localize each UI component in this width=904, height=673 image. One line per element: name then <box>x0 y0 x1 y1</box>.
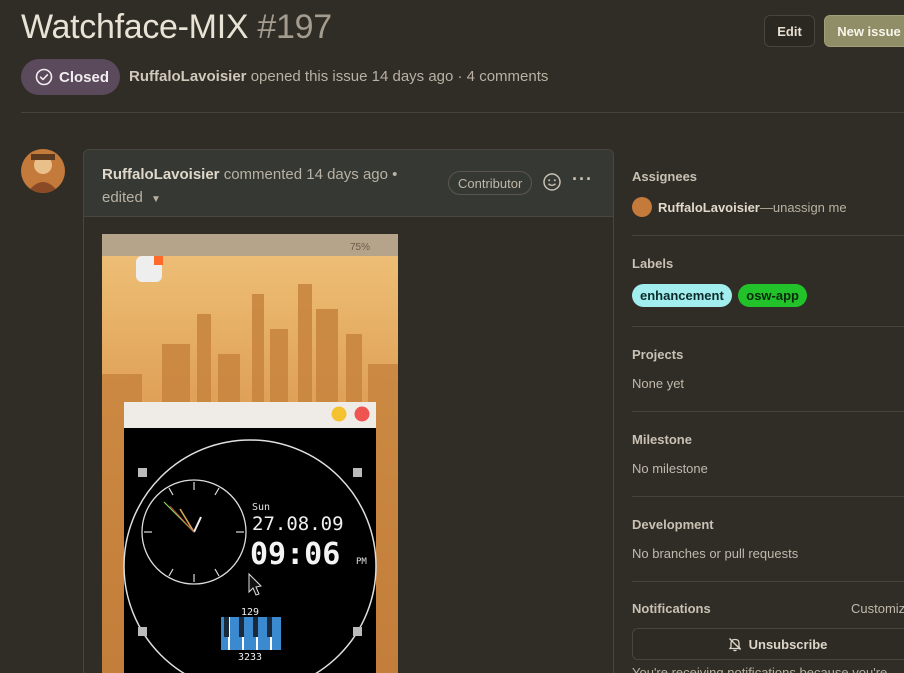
projects-value: None yet <box>632 376 685 391</box>
development-section: Development No branches or pull requests <box>632 517 904 561</box>
label-osw-app[interactable]: osw-app <box>738 284 807 307</box>
labels-section: Labels enhancement osw-app <box>632 256 904 307</box>
comment-author-link[interactable]: RuffaloLavoisier <box>102 166 220 183</box>
avatar[interactable] <box>632 197 652 217</box>
bell-slash-icon <box>728 638 741 652</box>
battery-text: 75% <box>350 242 370 253</box>
customize-link[interactable]: Customize <box>851 601 904 616</box>
chevron-down-icon: ▼ <box>151 194 161 205</box>
assignees-title[interactable]: Assignees <box>632 169 904 184</box>
sidebar-divider <box>632 326 904 327</box>
avatar[interactable] <box>21 149 65 193</box>
watch-steps-bottom: 3233 <box>238 652 262 663</box>
milestone-title[interactable]: Milestone <box>632 432 904 447</box>
unsubscribe-button[interactable]: Unsubscribe <box>632 628 904 660</box>
development-title[interactable]: Development <box>632 517 904 532</box>
edited-dropdown[interactable]: edited ▼ <box>102 189 161 206</box>
issue-author-link[interactable]: RuffaloLavoisier <box>129 68 247 85</box>
sidebar-divider <box>632 235 904 236</box>
unassign-link[interactable]: —unassign me <box>760 200 847 215</box>
screenshot-image: 75% Sun 27.08.09 09:06 PM 129 3233 <box>102 234 398 673</box>
assignees-section: Assignees RuffaloLavoisier —unassign me <box>632 169 904 217</box>
projects-title[interactable]: Projects <box>632 347 904 362</box>
watch-steps-top: 129 <box>241 607 259 618</box>
comment-box: RuffaloLavoisier commented 14 days ago •… <box>83 149 614 673</box>
issue-number: #197 <box>257 8 332 46</box>
comment-action: commented 14 days ago • <box>223 166 398 183</box>
projects-section: Projects None yet <box>632 347 904 391</box>
sidebar-divider <box>632 411 904 412</box>
milestone-value: No milestone <box>632 461 708 476</box>
watch-ampm: PM <box>356 557 367 567</box>
label-enhancement[interactable]: enhancement <box>632 284 732 307</box>
status-badge: Closed <box>21 59 120 95</box>
watch-date: 27.08.09 <box>252 513 344 535</box>
issue-title: Watchface-MIX #197 <box>21 8 332 47</box>
notification-reason: You're receiving notifications because y… <box>632 665 888 673</box>
development-value: No branches or pull requests <box>632 546 799 561</box>
edited-label: edited <box>102 189 143 206</box>
sidebar-divider <box>632 496 904 497</box>
labels-title[interactable]: Labels <box>632 256 904 271</box>
notifications-section: Notifications Customize <box>632 601 904 616</box>
assignee-link[interactable]: RuffaloLavoisier <box>658 200 760 215</box>
contributor-badge: Contributor <box>448 171 533 195</box>
issue-meta: RuffaloLavoisier opened this issue 14 da… <box>129 68 548 85</box>
sidebar-divider <box>632 581 904 582</box>
issue-title-text: Watchface-MIX <box>21 8 249 46</box>
status-label: Closed <box>59 68 110 86</box>
kebab-menu-icon[interactable]: ··· <box>572 169 593 190</box>
comment-byline: RuffaloLavoisier commented 14 days ago •… <box>102 163 422 211</box>
watch-day: Sun <box>252 502 270 513</box>
milestone-section: Milestone No milestone <box>632 432 904 476</box>
watch-time: 09:06 <box>250 537 340 572</box>
unsubscribe-label: Unsubscribe <box>748 636 828 652</box>
comment-header: RuffaloLavoisier commented 14 days ago •… <box>84 150 613 217</box>
issue-meta-text: opened this issue 14 days ago · 4 commen… <box>250 68 549 85</box>
smiley-icon[interactable] <box>542 172 562 197</box>
check-circle-icon <box>35 68 53 86</box>
sidebar: Assignees RuffaloLavoisier —unassign me … <box>632 0 904 673</box>
